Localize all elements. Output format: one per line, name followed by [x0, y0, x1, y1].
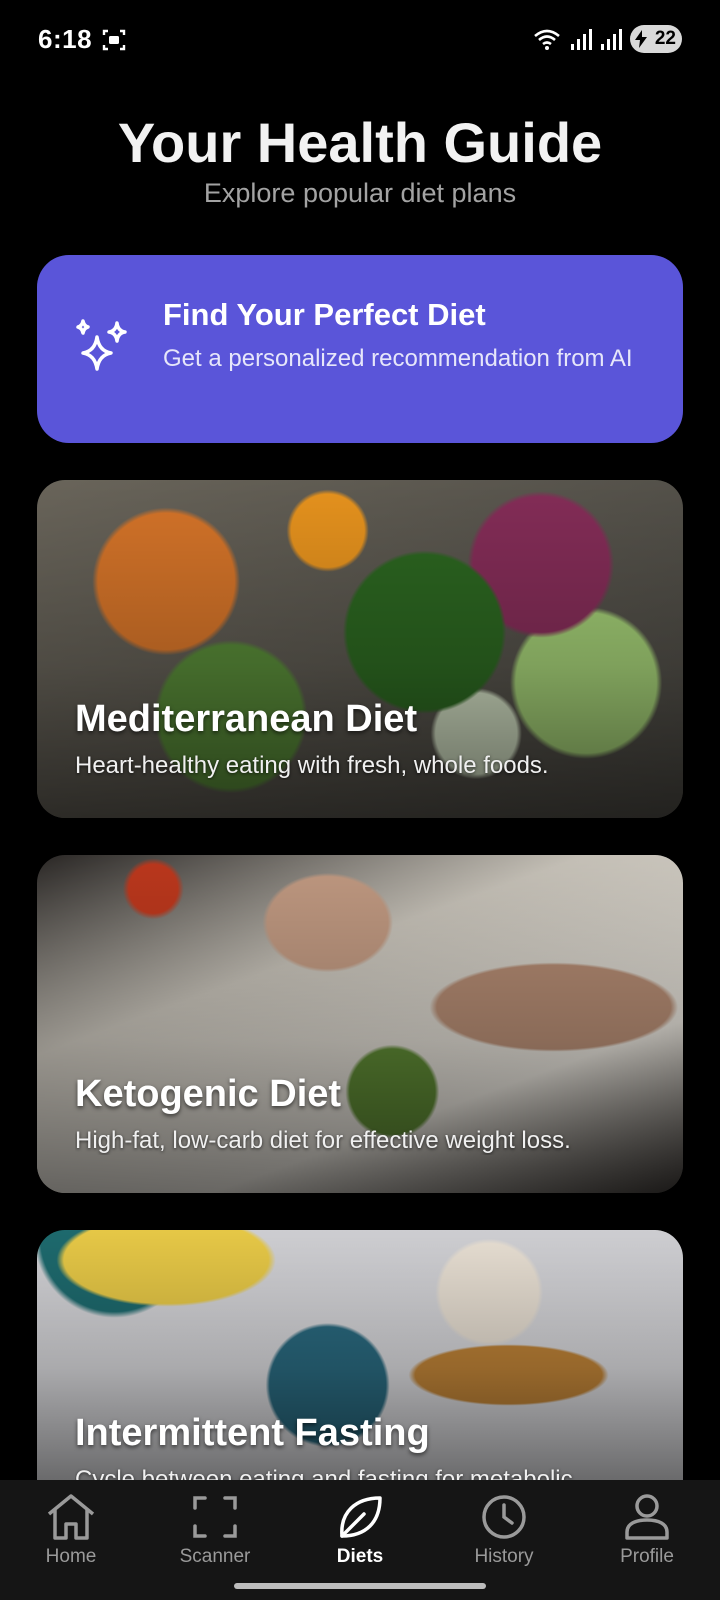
nav-item-history[interactable]: History: [449, 1492, 559, 1568]
screenshot-icon: [102, 29, 126, 51]
nav-item-scanner[interactable]: Scanner: [160, 1492, 270, 1568]
nav-item-profile[interactable]: Profile: [592, 1492, 702, 1568]
nav-label: Scanner: [179, 1546, 251, 1567]
diet-description: Heart-healthy eating with fresh, whole f…: [75, 752, 549, 779]
status-bar: 6:18 22: [0, 0, 720, 80]
nav-item-diets[interactable]: Diets: [305, 1492, 415, 1568]
bottom-nav: Home Scanner Diets History Profile: [0, 1480, 720, 1600]
page-subtitle: Explore popular diet plans: [203, 178, 517, 208]
clock-icon: [482, 1495, 526, 1539]
ai-recommendation-card[interactable]: Find Your Perfect Diet Get a personalize…: [37, 255, 683, 443]
nav-label: Home: [45, 1546, 97, 1567]
battery-level: 22: [654, 28, 676, 49]
user-icon: [625, 1494, 669, 1540]
battery-icon: 22: [630, 25, 682, 53]
diet-title: Intermittent Fasting: [75, 1412, 430, 1454]
diet-title: Mediterranean Diet: [75, 698, 418, 740]
leaf-icon: [340, 1496, 382, 1538]
nav-label: Diets: [336, 1546, 384, 1567]
sparkles-icon: [76, 319, 127, 371]
ai-card-title: Find Your Perfect Diet: [163, 297, 486, 332]
diet-card-ketogenic[interactable]: Ketogenic Diet High-fat, low-carb diet f…: [37, 855, 683, 1193]
home-icon: [47, 1494, 95, 1540]
diet-description: High-fat, low-carb diet for effective we…: [75, 1127, 571, 1154]
diet-card-mediterranean[interactable]: Mediterranean Diet Heart-healthy eating …: [37, 480, 683, 818]
signal-icon: [601, 29, 622, 50]
status-time: 6:18: [38, 24, 93, 54]
nav-item-home[interactable]: Home: [16, 1492, 126, 1568]
page-title: Your Health Guide: [117, 111, 603, 174]
ai-card-description: Get a personalized recommendation from A…: [163, 345, 633, 372]
nav-label: History: [474, 1546, 534, 1567]
diet-description: Cycle between eating and fasting for met…: [75, 1466, 573, 1480]
wifi-icon: [534, 29, 560, 50]
charging-bolt-icon: [635, 30, 647, 48]
diet-card-intermittent-fasting[interactable]: Intermittent Fasting Cycle between eatin…: [37, 1230, 683, 1480]
nav-label: Profile: [620, 1546, 674, 1567]
status-icons: 22: [532, 24, 682, 54]
scan-frame-icon: [193, 1496, 237, 1538]
home-indicator[interactable]: [234, 1583, 486, 1589]
signal-icon: [571, 29, 592, 50]
diet-title: Ketogenic Diet: [75, 1073, 342, 1115]
